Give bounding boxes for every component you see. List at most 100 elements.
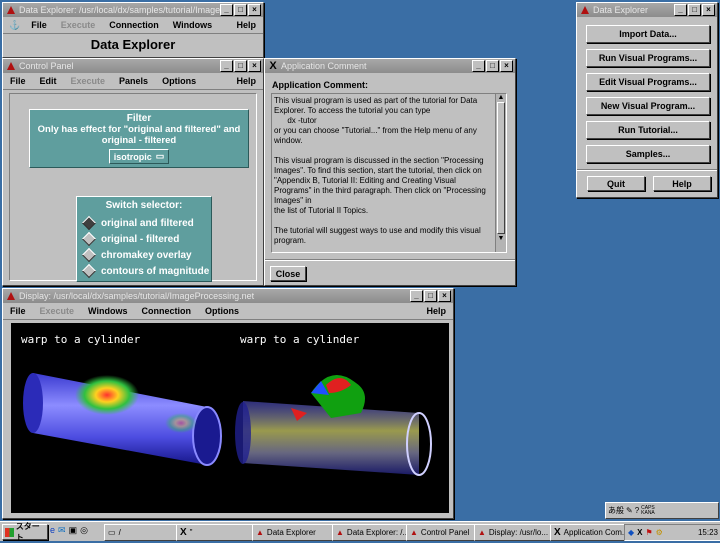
title-bar[interactable]: Data Explorer _ □ × xyxy=(577,3,717,17)
minimize-button[interactable]: _ xyxy=(674,4,687,16)
radio-original-filtered[interactable]: original - filtered xyxy=(77,231,211,247)
comment-line: Images" in xyxy=(274,196,312,205)
caps-kana-indicator: CAPS KANA xyxy=(641,504,655,516)
menu-edit[interactable]: Edit xyxy=(33,76,64,86)
scroll-up-arrow-icon[interactable]: ▲ xyxy=(496,94,506,101)
control-panel-window: Control Panel _ □ × File Edit Execute Pane… xyxy=(2,58,264,286)
terminal-icon: ▭ xyxy=(108,528,116,537)
menu-execute[interactable]: Execute xyxy=(33,306,82,316)
menu-options[interactable]: Options xyxy=(155,76,203,86)
import-data-button[interactable]: Import Data... xyxy=(586,25,710,43)
run-tutorial-button[interactable]: Run Tutorial... xyxy=(586,121,710,139)
vertical-scrollbar[interactable]: ▲ ▼ xyxy=(495,94,506,252)
menu-help[interactable]: Help xyxy=(419,306,453,316)
task-application-comment[interactable]: X Application Com... xyxy=(550,524,625,541)
minimize-button[interactable]: _ xyxy=(472,60,485,72)
render-canvas[interactable]: warp to a cylinder warp to a cylinder xyxy=(11,323,449,513)
title-bar[interactable]: X Application Comment _ □ × xyxy=(265,59,515,73)
task-data-explorer[interactable]: ▲ Data Explorer xyxy=(252,524,335,541)
edit-visual-programs-button[interactable]: Edit Visual Programs... xyxy=(586,73,710,91)
maximize-button[interactable]: □ xyxy=(234,60,247,72)
close-button[interactable]: × xyxy=(248,60,261,72)
menu-options[interactable]: Options xyxy=(198,306,246,316)
desktop-icon[interactable]: ▣ xyxy=(69,525,78,536)
maximize-button[interactable]: □ xyxy=(234,4,247,16)
menu-help[interactable]: Help xyxy=(229,76,263,86)
render-image xyxy=(23,373,432,476)
scroll-thumb[interactable] xyxy=(497,102,505,234)
close-dialog-button[interactable]: Close xyxy=(270,266,306,281)
title-bar[interactable]: Data Explorer: /usr/local/dx/samples/tut… xyxy=(3,3,263,17)
menu-file[interactable]: File xyxy=(3,306,33,316)
radio-chromakey-overlay[interactable]: chromakey overlay xyxy=(77,247,211,263)
menu-bar: ⚓ File Execute Connection Windows Help xyxy=(3,17,263,34)
network-icon[interactable]: ◆ xyxy=(628,528,634,537)
run-visual-programs-button[interactable]: Run Visual Programs... xyxy=(586,49,710,67)
close-button[interactable]: × xyxy=(248,4,261,16)
menu-file[interactable]: File xyxy=(3,76,33,86)
close-button[interactable]: × xyxy=(438,290,451,302)
help-icon[interactable]: ? xyxy=(635,506,639,515)
maximize-button[interactable]: □ xyxy=(486,60,499,72)
channels-icon[interactable]: ◎ xyxy=(80,525,88,536)
menu-windows[interactable]: Windows xyxy=(166,20,219,30)
clock[interactable]: 15:23 xyxy=(698,528,718,537)
menu-file[interactable]: File xyxy=(24,20,54,30)
radio-original-and-filtered[interactable]: original and filtered xyxy=(77,215,211,231)
menu-execute[interactable]: Execute xyxy=(54,20,103,30)
menu-windows[interactable]: Windows xyxy=(81,306,134,316)
comment-line xyxy=(274,216,492,226)
task-x-server[interactable]: X " xyxy=(176,524,255,541)
minimize-button[interactable]: _ xyxy=(220,4,233,16)
title-bar[interactable]: Control Panel _ □ × xyxy=(3,59,263,73)
help-button[interactable]: Help xyxy=(653,176,711,191)
menu-panels[interactable]: Panels xyxy=(112,76,155,86)
task-terminal[interactable]: ▭ / xyxy=(104,524,179,541)
samples-button[interactable]: Samples... xyxy=(586,145,710,163)
task-display[interactable]: ▲ Display: /usr/lo... xyxy=(474,524,553,541)
filter-option-menu[interactable]: isotropic ▭ xyxy=(108,149,170,164)
window-title: Application Comment xyxy=(281,61,367,71)
maximize-button[interactable]: □ xyxy=(424,290,437,302)
comment-line: The tutorial will suggest ways to use an… xyxy=(274,226,481,235)
internet-explorer-icon[interactable]: e xyxy=(50,525,55,536)
comment-line: This visual program is discussed in the … xyxy=(274,156,484,165)
display-window: Display: /usr/local/dx/samples/tutorial/… xyxy=(2,288,454,519)
maximize-button[interactable]: □ xyxy=(688,4,701,16)
app-icon: ▲ xyxy=(410,528,418,537)
radio-label: original and filtered xyxy=(101,217,194,229)
task-data-explorer-main[interactable]: ▲ Data Explorer: /... xyxy=(332,524,409,541)
scheduler-icon[interactable]: ⚙ xyxy=(656,528,663,537)
ime-pad-icon[interactable]: ✎ xyxy=(626,506,633,515)
comment-line: the list of Tutorial II Topics. xyxy=(274,206,369,215)
outlook-icon[interactable]: ✉ xyxy=(58,525,66,536)
x-logo-icon[interactable]: X xyxy=(637,528,642,537)
left-cylinder xyxy=(23,373,222,466)
close-button[interactable]: × xyxy=(702,4,715,16)
radio-contours-of-magnitude[interactable]: contours of magnitude xyxy=(77,263,211,279)
menu-connection[interactable]: Connection xyxy=(134,306,198,316)
ime-toolbar[interactable]: あ般 ✎ ? CAPS KANA xyxy=(605,502,719,519)
minimize-button[interactable]: _ xyxy=(220,60,233,72)
comment-line: or you can choose "Tutorial..." from the… xyxy=(274,126,477,135)
title-bar[interactable]: Display: /usr/local/dx/samples/tutorial/… xyxy=(3,289,453,303)
new-visual-program-button[interactable]: New Visual Program... xyxy=(586,97,710,115)
window-title: Display: /usr/local/dx/samples/tutorial/… xyxy=(19,291,255,301)
task-control-panel[interactable]: ▲ Control Panel xyxy=(406,524,477,541)
menu-execute[interactable]: Execute xyxy=(64,76,113,86)
menu-help[interactable]: Help xyxy=(229,20,263,30)
app-icon xyxy=(5,290,17,302)
comment-line: dx -tutor xyxy=(274,116,317,125)
comment-line: window. xyxy=(274,136,303,145)
filter-subtitle: Only has effect for "original and filter… xyxy=(37,124,241,146)
minimize-button[interactable]: _ xyxy=(410,290,423,302)
quit-button[interactable]: Quit xyxy=(587,176,645,191)
x-logo-icon: X xyxy=(180,527,187,538)
antivirus-icon[interactable]: ⚑ xyxy=(646,528,653,537)
ime-mode-indicator[interactable]: あ般 xyxy=(608,505,624,516)
close-button[interactable]: × xyxy=(500,60,513,72)
start-button[interactable]: スタート xyxy=(2,522,48,542)
comment-text-area[interactable]: This visual program is used as part of t… xyxy=(271,93,507,253)
menu-connection[interactable]: Connection xyxy=(102,20,166,30)
scroll-down-arrow-icon[interactable]: ▼ xyxy=(496,235,506,242)
